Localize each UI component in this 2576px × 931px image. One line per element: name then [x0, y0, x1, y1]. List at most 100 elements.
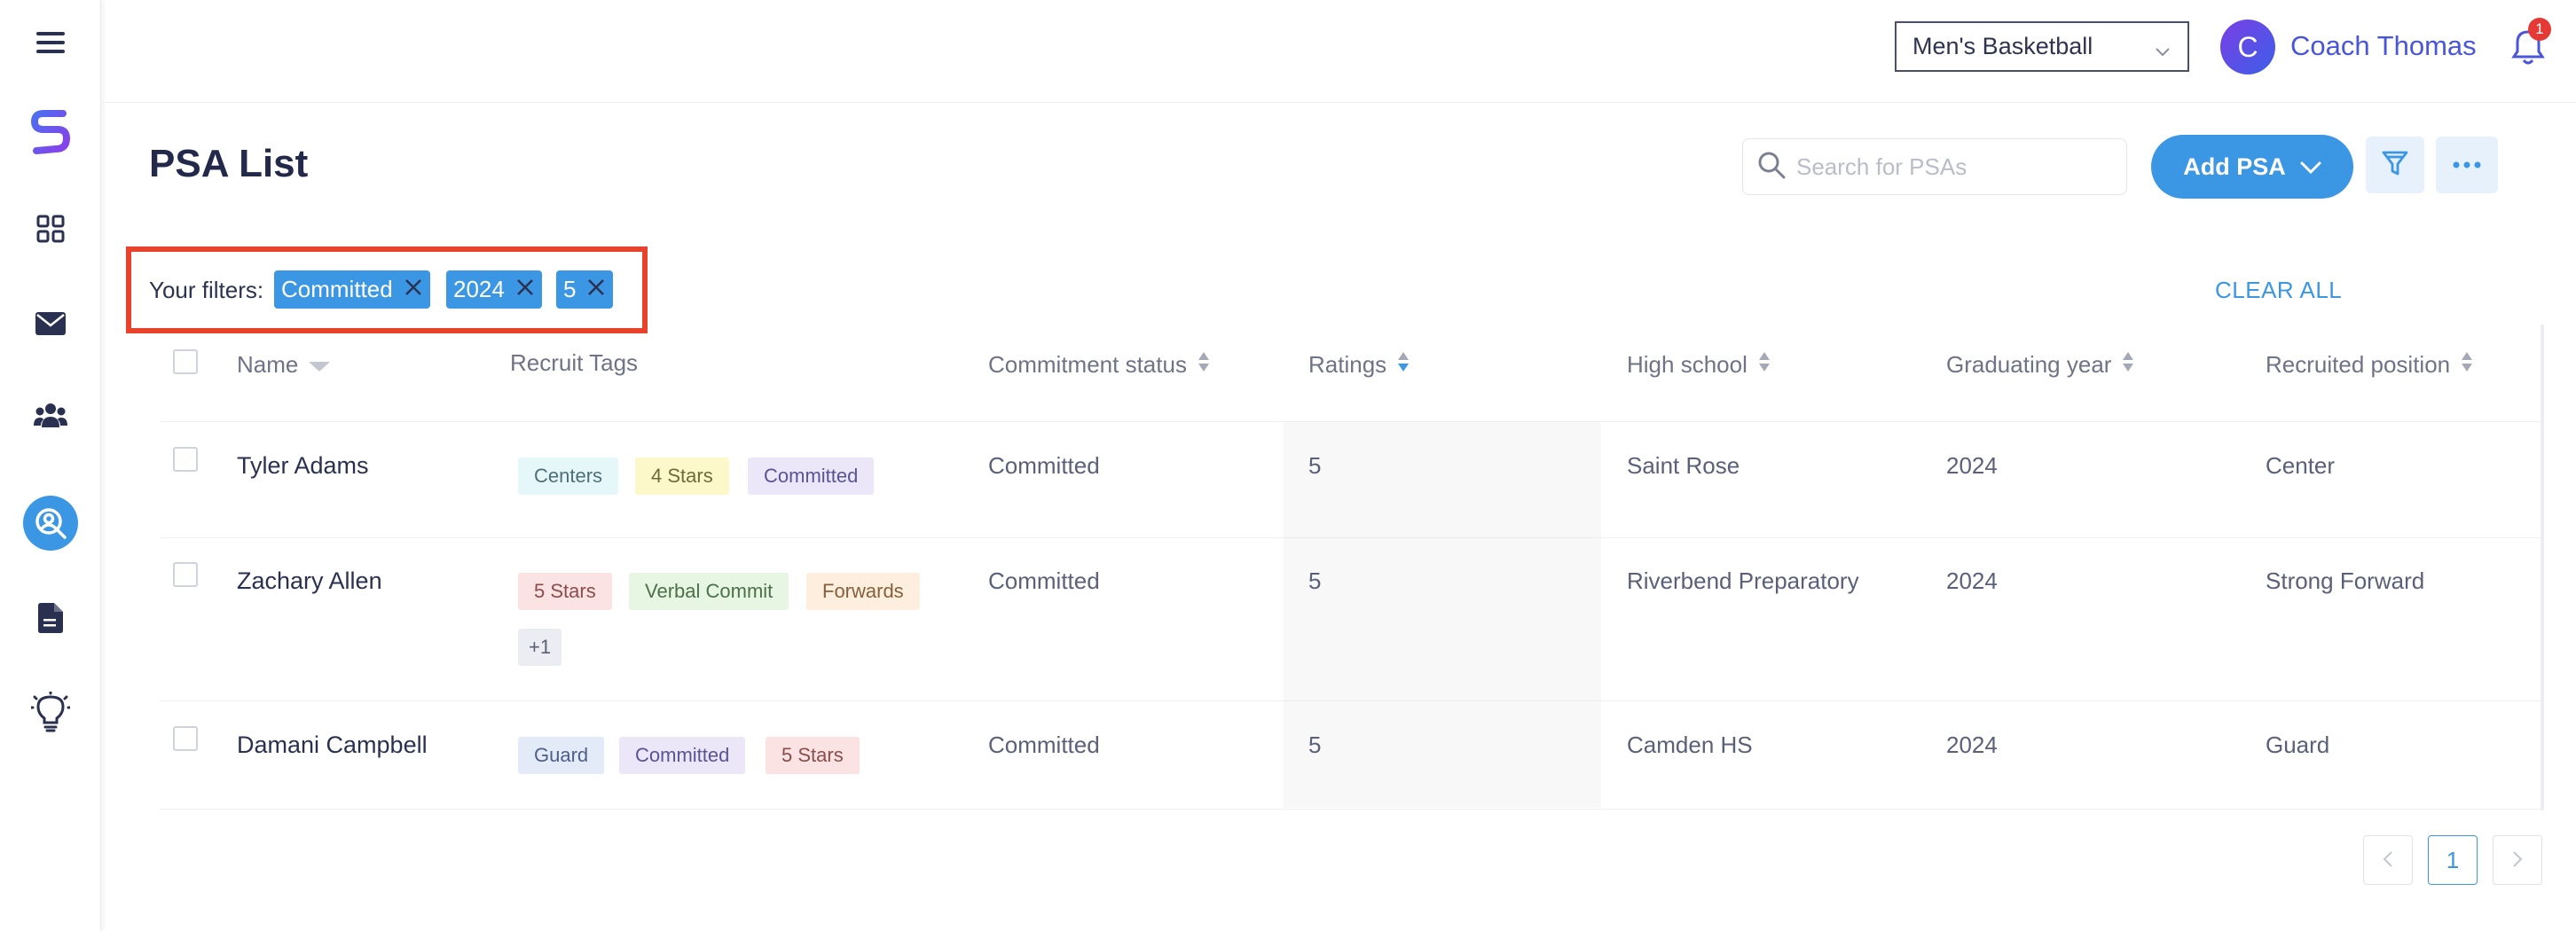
- filter-button[interactable]: [2366, 137, 2424, 193]
- sort-icon[interactable]: [1397, 351, 1410, 379]
- row-checkbox[interactable]: [173, 562, 198, 587]
- recruit-tag: Centers: [518, 458, 619, 495]
- filter-chip-5[interactable]: 5: [556, 270, 614, 309]
- filter-chip-label: 2024: [453, 276, 505, 302]
- row-divider: [160, 700, 2541, 701]
- rating: 5: [1308, 567, 1322, 594]
- psa-name[interactable]: Damani Campbell: [237, 732, 428, 759]
- recruit-tag: Verbal Commit: [629, 573, 789, 610]
- table-scroll-edge: [2541, 325, 2544, 810]
- clear-all-button[interactable]: CLEAR ALL: [2215, 277, 2342, 304]
- close-icon[interactable]: [404, 276, 423, 303]
- close-icon[interactable]: [515, 276, 535, 303]
- sort-icon[interactable]: [1758, 351, 1771, 379]
- close-icon[interactable]: [586, 276, 606, 303]
- column-header-commitment[interactable]: Commitment status: [988, 351, 1210, 379]
- column-header-label: High school: [1627, 351, 1747, 378]
- recruit-tag: 5 Stars: [518, 573, 612, 610]
- add-psa-button[interactable]: Add PSA: [2151, 135, 2353, 199]
- search-box[interactable]: [1742, 138, 2127, 195]
- user-name[interactable]: Coach Thomas: [2290, 30, 2477, 62]
- row-checkbox[interactable]: [173, 447, 198, 472]
- high-school: Camden HS: [1627, 732, 1753, 758]
- column-header-graduating-year[interactable]: Graduating year: [1946, 351, 2134, 379]
- sidebar: [0, 0, 101, 931]
- recruit-tag: 5 Stars: [766, 737, 860, 774]
- chevron-down-icon: [2300, 153, 2321, 181]
- row-checkbox[interactable]: [173, 726, 198, 751]
- sort-icon[interactable]: [1198, 351, 1210, 379]
- column-header-high-school[interactable]: High school: [1627, 351, 1771, 379]
- recruited-position: Strong Forward: [2266, 567, 2425, 594]
- recruit-tag: Committed: [619, 737, 746, 774]
- filter-chip-committed[interactable]: Committed: [274, 270, 430, 309]
- avatar-letter: C: [2237, 30, 2258, 63]
- more-tags-badge[interactable]: +1: [518, 629, 562, 666]
- chevron-down-icon: [2154, 39, 2172, 66]
- commitment-status: Committed: [988, 452, 1100, 479]
- filters-label: Your filters:: [149, 277, 264, 303]
- sort-icon[interactable]: [2461, 351, 2473, 379]
- graduating-year: 2024: [1946, 452, 1998, 479]
- filter-icon: [2381, 149, 2409, 182]
- filter-chip-label: Committed: [281, 276, 393, 302]
- menu-icon[interactable]: [36, 30, 65, 55]
- add-psa-label: Add PSA: [2183, 153, 2286, 180]
- sort-down-icon[interactable]: [309, 351, 331, 379]
- search-input[interactable]: [1796, 153, 2116, 181]
- commitment-status: Committed: [988, 567, 1100, 594]
- filter-chip-2024[interactable]: 2024: [446, 270, 542, 309]
- high-school: Saint Rose: [1627, 452, 1740, 479]
- rating: 5: [1308, 452, 1322, 479]
- document-icon[interactable]: [38, 603, 63, 633]
- next-page-button[interactable]: [2493, 835, 2542, 885]
- team-select[interactable]: Men's Basketball: [1895, 21, 2189, 72]
- chevron-left-icon: [2382, 847, 2394, 874]
- column-header-label: Commitment status: [988, 351, 1187, 378]
- column-header-label: Ratings: [1308, 351, 1387, 378]
- column-header-tags: Recruit Tags: [510, 349, 638, 377]
- top-bar: [101, 0, 2576, 103]
- ratings-column-highlight: [1284, 421, 1601, 808]
- recruit-tag: Guard: [518, 737, 605, 774]
- rating: 5: [1308, 732, 1322, 758]
- logo-icon[interactable]: [31, 110, 70, 154]
- row-divider: [160, 421, 2541, 422]
- graduating-year: 2024: [1946, 732, 1998, 758]
- select-all-checkbox[interactable]: [173, 349, 198, 374]
- row-divider: [160, 809, 2541, 810]
- prev-page-button[interactable]: [2363, 835, 2413, 885]
- dashboard-icon[interactable]: [36, 215, 65, 243]
- avatar[interactable]: C: [2220, 20, 2275, 74]
- page-title: PSA List: [149, 142, 309, 185]
- team-select-value: Men's Basketball: [1912, 33, 2093, 59]
- column-header-name[interactable]: Name: [237, 351, 331, 379]
- mail-icon[interactable]: [35, 312, 66, 335]
- column-header-label: Recruit Tags: [510, 349, 639, 376]
- column-header-label: Name: [237, 351, 299, 378]
- recruit-search-icon[interactable]: [23, 496, 78, 551]
- team-icon[interactable]: [34, 403, 67, 427]
- column-header-label: Graduating year: [1946, 351, 2112, 378]
- sort-icon[interactable]: [2122, 351, 2134, 379]
- more-icon: [2453, 157, 2481, 173]
- idea-icon[interactable]: [31, 692, 70, 732]
- recruit-tag: Forwards: [806, 573, 920, 610]
- filter-chip-label: 5: [563, 276, 577, 302]
- recruited-position: Center: [2266, 452, 2336, 479]
- psa-name[interactable]: Tyler Adams: [237, 452, 369, 480]
- column-header-ratings[interactable]: Ratings: [1308, 351, 1410, 379]
- column-header-label: Recruited position: [2266, 351, 2451, 378]
- psa-name[interactable]: Zachary Allen: [237, 567, 382, 595]
- recruit-tag: 4 Stars: [635, 458, 729, 495]
- commitment-status: Committed: [988, 732, 1100, 758]
- more-options-button[interactable]: [2436, 137, 2498, 193]
- high-school: Riverbend Preparatory: [1627, 567, 1859, 594]
- chevron-right-icon: [2511, 847, 2524, 874]
- notification-badge: 1: [2528, 18, 2551, 41]
- recruit-tag: Committed: [748, 458, 875, 495]
- column-header-position[interactable]: Recruited position: [2266, 351, 2473, 379]
- search-icon: [1757, 151, 1786, 184]
- page-button[interactable]: 1: [2428, 835, 2478, 885]
- row-divider: [160, 537, 2541, 538]
